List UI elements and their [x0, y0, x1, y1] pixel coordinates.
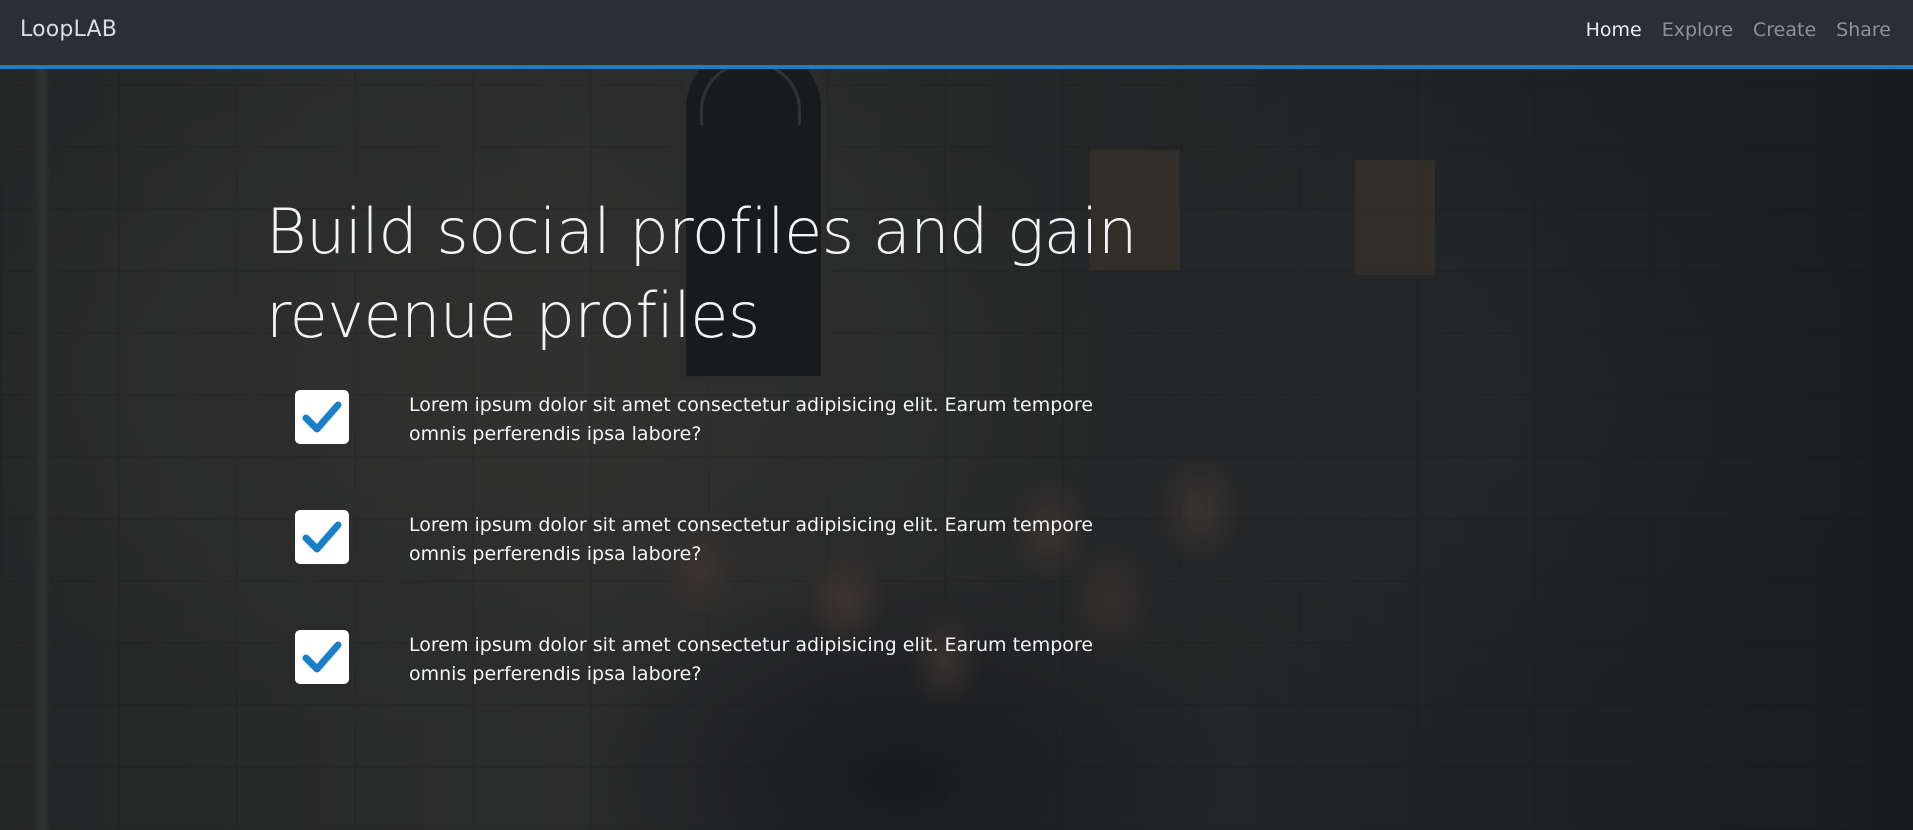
hero-title: Build social profiles and gain revenue p…: [266, 195, 1137, 352]
checkmark-icon: [295, 390, 349, 444]
checkmark-icon: [295, 630, 349, 684]
nav-link-explore[interactable]: Explore: [1662, 19, 1733, 41]
feature-item: Lorem ipsum dolor sit amet consectetur a…: [295, 630, 1195, 750]
feature-item: Lorem ipsum dolor sit amet consectetur a…: [295, 390, 1195, 510]
nav-link-create[interactable]: Create: [1753, 19, 1816, 41]
nav-item-share: Share: [1836, 19, 1891, 41]
feature-item: Lorem ipsum dolor sit amet consectetur a…: [295, 510, 1195, 630]
nav-links: Home Explore Create Share: [1586, 19, 1891, 41]
navbar: LoopLAB Home Explore Create Share: [0, 0, 1913, 69]
feature-text: Lorem ipsum dolor sit amet consectetur a…: [409, 394, 1094, 445]
feature-list: Lorem ipsum dolor sit amet consectetur a…: [295, 390, 1195, 750]
nav-item-home: Home: [1586, 19, 1642, 41]
page: LoopLAB Home Explore Create Share Build …: [0, 0, 1913, 830]
nav-link-share[interactable]: Share: [1836, 19, 1891, 41]
nav-link-home[interactable]: Home: [1586, 19, 1642, 41]
feature-text: Lorem ipsum dolor sit amet consectetur a…: [409, 514, 1094, 565]
nav-item-create: Create: [1753, 19, 1816, 41]
nav-item-explore: Explore: [1662, 19, 1733, 41]
brand-logo-link[interactable]: LoopLAB: [20, 17, 117, 42]
checkmark-icon: [295, 510, 349, 564]
feature-text: Lorem ipsum dolor sit amet consectetur a…: [409, 634, 1094, 685]
